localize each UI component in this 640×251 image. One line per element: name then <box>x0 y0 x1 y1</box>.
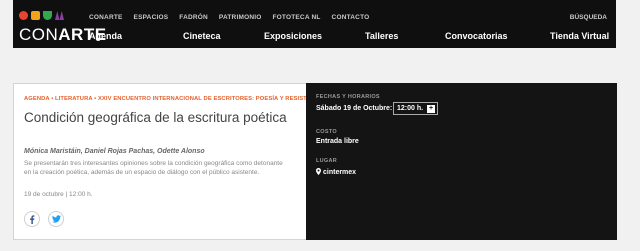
top-nav-fototeca[interactable]: FOTOTECA NL <box>272 14 320 21</box>
main-nav-cineteca[interactable]: Cineteca <box>183 31 221 41</box>
main-nav-talleres[interactable]: Talleres <box>365 31 398 41</box>
search-link[interactable]: BÚSQUEDA <box>570 14 607 21</box>
logo-dot-red <box>19 11 28 20</box>
facebook-share-button[interactable] <box>24 211 40 227</box>
top-nav: CONARTE ESPACIOS FADRÓN PATRIMONIO FOTOT… <box>89 14 369 21</box>
map-pin-icon <box>316 168 321 175</box>
cost-value: Entrada libre <box>316 138 359 145</box>
add-to-calendar-button[interactable]: + <box>427 104 436 113</box>
site-header: CONARTE CONARTE ESPACIOS FADRÓN PATRIMON… <box>13 0 616 48</box>
twitter-icon <box>51 215 61 223</box>
event-info: AGENDA • LITERATURA • XXIV ENCUENTRO INT… <box>14 84 325 239</box>
logo-dot-purple <box>55 11 64 20</box>
place-label: LUGAR <box>316 158 338 164</box>
event-title: Condición geográfica de la escritura poé… <box>24 110 287 125</box>
main-nav-tienda-virtual[interactable]: Tienda Virtual <box>550 31 609 41</box>
top-nav-contacto[interactable]: CONTACTO <box>332 14 370 21</box>
event-description: Se presentarán tres interesantes opinion… <box>24 160 283 176</box>
twitter-share-button[interactable] <box>48 211 64 227</box>
schedule-label: FECHAS Y HORARIOS <box>316 94 380 100</box>
logo-dot-orange <box>31 11 40 20</box>
logo-mark <box>19 11 64 20</box>
event-details-panel: FECHAS Y HORARIOS Sábado 19 de Octubre: … <box>306 83 617 240</box>
top-nav-conarte[interactable]: CONARTE <box>89 14 123 21</box>
main-nav: Agenda Cineteca Exposiciones Talleres Co… <box>89 31 609 43</box>
event-authors: Mónica Maristáin, Daniel Rojas Pachas, O… <box>24 148 205 155</box>
schedule-time-slot[interactable]: 12:00 h. + <box>393 102 439 115</box>
top-nav-espacios[interactable]: ESPACIOS <box>134 14 169 21</box>
facebook-icon <box>30 214 35 224</box>
conarte-logo[interactable]: CONARTE <box>19 11 106 44</box>
main-nav-exposiciones[interactable]: Exposiciones <box>264 31 322 41</box>
place-value-row[interactable]: cintermex <box>316 168 356 176</box>
main-nav-agenda[interactable]: Agenda <box>89 31 122 41</box>
logo-dot-green <box>43 11 52 20</box>
place-value: cintermex <box>323 169 357 176</box>
cost-label: COSTO <box>316 129 337 135</box>
breadcrumb[interactable]: AGENDA • LITERATURA • XXIV ENCUENTRO INT… <box>24 96 325 102</box>
event-date: 19 de octubre | 12:00 h. <box>24 191 93 198</box>
event-card: AGENDA • LITERATURA • XXIV ENCUENTRO INT… <box>13 83 617 240</box>
main-nav-convocatorias[interactable]: Convocatorias <box>445 31 508 41</box>
top-nav-fadron[interactable]: FADRÓN <box>179 14 208 21</box>
top-nav-patrimonio[interactable]: PATRIMONIO <box>219 14 262 21</box>
schedule-day: Sábado 19 de Octubre: <box>316 105 393 112</box>
schedule-time: 12:00 h. <box>397 105 424 112</box>
